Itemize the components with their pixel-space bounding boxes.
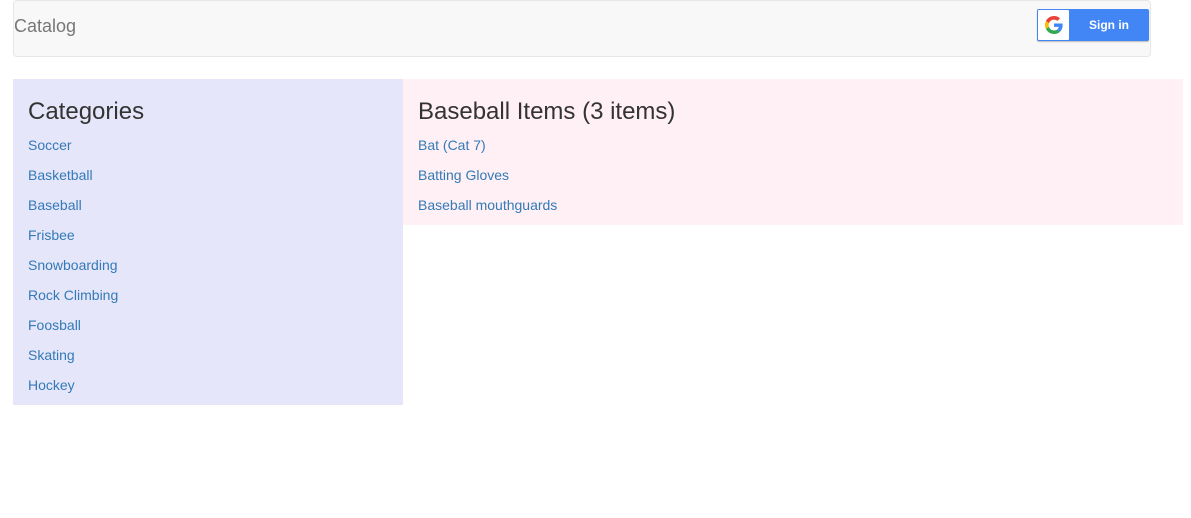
category-link-baseball[interactable]: Baseball — [28, 197, 82, 213]
category-link-foosball[interactable]: Foosball — [28, 317, 81, 333]
item-link-baseball-mouthguards[interactable]: Baseball mouthguards — [418, 197, 557, 213]
category-list-item: Frisbee — [28, 225, 118, 255]
item-list-item: Baseball mouthguards — [418, 195, 557, 225]
item-list-item: Bat (Cat 7) — [418, 135, 557, 165]
category-list: Soccer Basketball Baseball Frisbee Snowb… — [28, 135, 118, 405]
category-link-hockey[interactable]: Hockey — [28, 377, 75, 393]
category-list-item: Snowboarding — [28, 255, 118, 285]
google-signin-button[interactable]: Sign in — [1037, 9, 1149, 41]
item-link-batting-gloves[interactable]: Batting Gloves — [418, 167, 509, 183]
category-link-frisbee[interactable]: Frisbee — [28, 227, 75, 243]
brand-link[interactable]: Catalog — [14, 16, 76, 36]
item-list: Bat (Cat 7) Batting Gloves Baseball mout… — [418, 135, 557, 225]
category-link-rock-climbing[interactable]: Rock Climbing — [28, 287, 118, 303]
categories-heading: Categories — [28, 98, 145, 125]
category-link-skating[interactable]: Skating — [28, 347, 75, 363]
navbar: Catalog Sign in — [13, 0, 1151, 57]
category-list-item: Soccer — [28, 135, 118, 165]
category-list-item: Baseball — [28, 195, 118, 225]
category-list-item: Hockey — [28, 375, 118, 405]
category-link-snowboarding[interactable]: Snowboarding — [28, 257, 118, 273]
google-logo-box — [1038, 10, 1069, 40]
categories-panel: Categories Soccer Basketball Baseball Fr… — [13, 79, 403, 405]
google-g-icon — [1045, 16, 1063, 34]
category-list-item: Rock Climbing — [28, 285, 118, 315]
category-list-item: Foosball — [28, 315, 118, 345]
signin-label: Sign in — [1089, 18, 1129, 32]
item-list-item: Batting Gloves — [418, 165, 557, 195]
category-list-item: Basketball — [28, 165, 118, 195]
items-panel: Baseball Items (3 items) Bat (Cat 7) Bat… — [403, 79, 1183, 225]
item-link-bat[interactable]: Bat (Cat 7) — [418, 137, 486, 153]
items-heading: Baseball Items (3 items) — [418, 98, 676, 125]
category-link-basketball[interactable]: Basketball — [28, 167, 93, 183]
category-link-soccer[interactable]: Soccer — [28, 137, 72, 153]
category-list-item: Skating — [28, 345, 118, 375]
